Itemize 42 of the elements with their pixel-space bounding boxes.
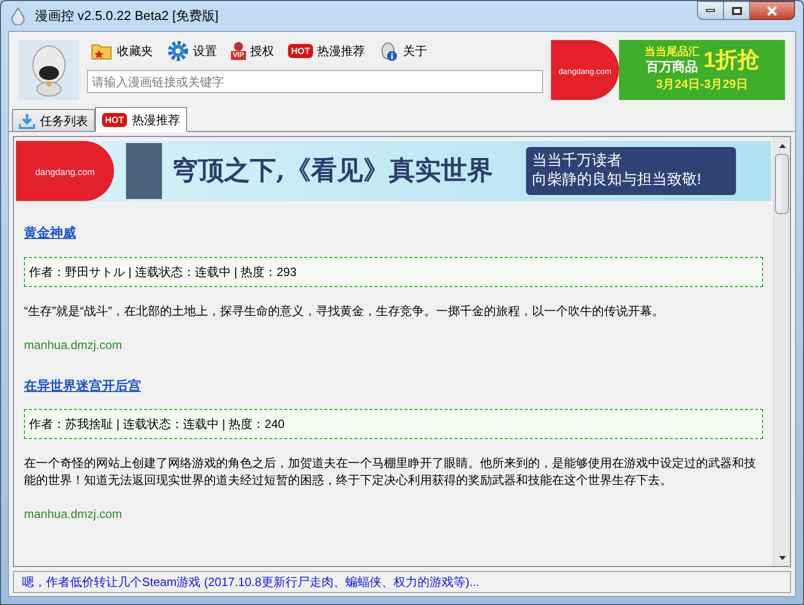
toolbar-button[interactable]: HOT 热漫推荐 [288, 42, 366, 60]
scroll-thumb[interactable] [775, 154, 789, 214]
window-title: 漫画控 v2.5.0.22 Beta2 [免费版] [35, 7, 219, 26]
hot-badge: HOT [102, 112, 127, 126]
advert-text: 向柴静的良知与担当致敬! [532, 171, 702, 190]
comic-title-link[interactable]: 在异世界迷宫开后宫 [24, 376, 141, 395]
hot-badge: HOT [288, 44, 314, 58]
toolbar-button[interactable]: 设置 [166, 40, 217, 62]
maximize-button[interactable] [724, 1, 750, 20]
toolbar-button[interactable]: 收藏夹 [90, 41, 153, 61]
source-link[interactable]: manhua.dmzj.com [24, 336, 122, 354]
advert-text: 当当千万读者 [532, 152, 623, 171]
book-advert[interactable]: dangdang.com 穹顶之下,《看见》真实世界 当当千万读者 向柴静的良知与担当致敬! [16, 141, 771, 201]
advert-dates: 3月24日-3月29日 [656, 76, 748, 93]
search-field[interactable]: 请输入漫画链接或关键字 [86, 70, 543, 93]
mascot-avatar [19, 40, 79, 100]
advert-text: 百万商品 [646, 60, 698, 73]
tab[interactable]: 任务列表 [12, 109, 95, 131]
advert-text: 当当尾品汇 [644, 47, 700, 58]
app-drop-icon [9, 7, 27, 25]
comic-info: 作者：野田サトル | 连载状态：连载中 | 热度：293 [24, 256, 763, 286]
book-cover-placeholder [126, 143, 162, 199]
scrollbar[interactable] [773, 137, 790, 566]
comic-info: 作者：苏我捨耻 | 连载状态：连载中 | 热度：240 [24, 409, 763, 439]
toolbar-button[interactable]: 关于 [379, 40, 428, 62]
comic-description: “生存”就是“战斗”，在北部的土地上，探寻生命的意义，寻找黄金，生存竞争。一掷千金的旅程，以一个吹牛的传说开幕。 [24, 302, 665, 320]
source-link[interactable]: manhua.dmzj.com [24, 505, 122, 523]
download-icon [19, 112, 35, 128]
advert-headline: 穹顶之下,《看见》真实世界 [172, 154, 494, 188]
scroll-up-icon[interactable] [778, 144, 786, 148]
minimize-button[interactable] [697, 1, 724, 20]
comic-title-link[interactable]: 黄金神威 [24, 223, 76, 242]
brand-text: dangdang.com [558, 66, 612, 78]
tab[interactable]: HOT 热漫推荐 [95, 107, 187, 132]
advert-headline: 1折抢 [703, 49, 760, 71]
scroll-down-icon[interactable] [778, 556, 786, 560]
brand-text: dangdang.com [35, 166, 95, 180]
gear-icon [166, 40, 189, 62]
close-icon [766, 6, 778, 16]
close-button[interactable] [750, 1, 795, 20]
info-icon [379, 40, 400, 62]
comic-description: 在一个奇怪的网站上创建了网络游戏的角色之后，加贺道夫在一个马棚里睁开了眼睛。他所来到的，是能够使用在游戏中设定过的武器和技能的世界！知道无法返回现实世界的道夫经过短暂的困惑，终于下定决心利用获得的奖励武器和技能在这个世界生存下去。 [24, 455, 757, 489]
